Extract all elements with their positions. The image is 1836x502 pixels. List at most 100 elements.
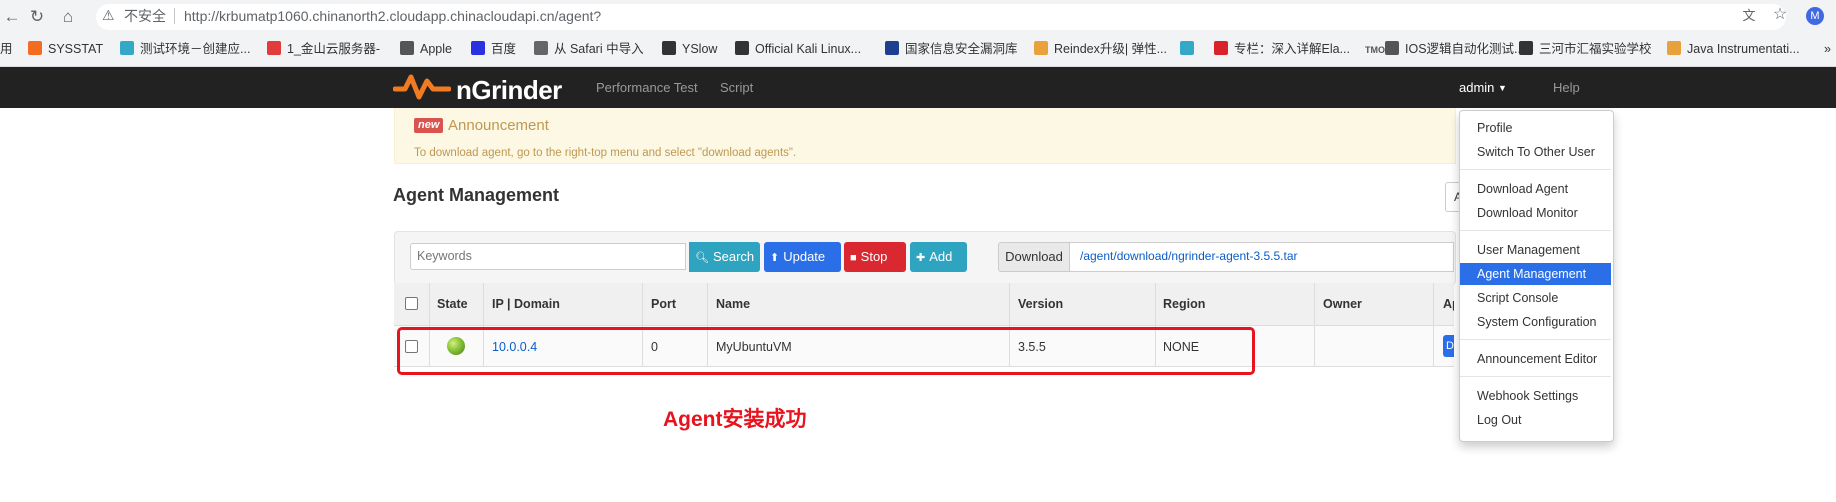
bookmark-item[interactable]: YSlow (662, 40, 717, 58)
bookmark-label: Reindex升级| 弹性... (1054, 42, 1168, 56)
bookmark-favicon-icon (1519, 41, 1533, 55)
download-link[interactable]: /agent/download/ngrinder-agent-3.5.5.tar (1080, 249, 1297, 263)
bookmark-label: 测试环境－创建应... (140, 42, 251, 56)
success-annotation: Agent安装成功 (663, 408, 807, 431)
bookmark-label: 1_金山云服务器- (287, 42, 381, 56)
bookmark-favicon-icon (400, 41, 414, 55)
bookmark-label: Java Instrumentati... (1687, 42, 1800, 56)
bookmark-item[interactable]: Apple (400, 40, 452, 58)
bookmark-label: 从 Safari 中导入 (554, 42, 644, 56)
menu-item-log-out[interactable]: Log Out (1460, 409, 1611, 431)
column-divider (1433, 283, 1434, 367)
bookmark-label: 专栏：深入详解Ela... (1234, 42, 1350, 56)
nav-performance-test[interactable]: Performance Test (596, 80, 698, 96)
new-badge: new (414, 118, 444, 133)
page-title: Agent Management (393, 185, 560, 205)
approve-toggle-button[interactable]: Di (1443, 335, 1454, 357)
logo-text[interactable]: nGrinder (456, 76, 562, 104)
bookmark-item[interactable]: Reindex升级| 弹性... (1034, 40, 1167, 58)
bookmark-label: Apple (420, 42, 452, 56)
bookmark-item[interactable]: Official Kali Linux... (735, 40, 861, 58)
bookmark-favicon-icon (471, 41, 485, 55)
header-ip-domain[interactable]: IP | Domain (492, 296, 560, 312)
header-version[interactable]: Version (1018, 296, 1063, 312)
profile-avatar[interactable]: M (1806, 7, 1824, 25)
menu-divider (1460, 339, 1611, 340)
header-owner[interactable]: Owner (1323, 296, 1362, 312)
bookmark-favicon-icon (735, 41, 749, 55)
bookmark-item[interactable]: 测试环境－创建应... (120, 40, 250, 58)
bookmark-item[interactable]: Java Instrumentati... (1667, 40, 1800, 58)
bookmark-item[interactable]: 专栏：深入详解Ela... (1214, 40, 1350, 58)
bookmark-item[interactable]: 百度 (471, 40, 516, 58)
ngrinder-logo-icon[interactable] (393, 71, 451, 101)
nav-script[interactable]: Script (720, 80, 753, 96)
bookmark-favicon-icon (1034, 41, 1048, 55)
announcement-text: To download agent, go to the right-top m… (414, 147, 797, 159)
bookmark-favicon-icon (885, 41, 899, 55)
menu-item-announcement-editor[interactable]: Announcement Editor (1460, 348, 1611, 370)
menu-item-system-configuration[interactable]: System Configuration (1460, 311, 1611, 333)
bookmark-item[interactable]: 用 (0, 40, 13, 58)
bookmark-item[interactable]: IOS逻辑自动化测试... (1385, 40, 1524, 58)
home-icon[interactable]: ⌂ (58, 7, 78, 27)
menu-item-agent-management[interactable]: Agent Management (1460, 263, 1611, 285)
header-name[interactable]: Name (716, 296, 750, 312)
plus-icon: ✚ (916, 252, 926, 264)
back-icon[interactable]: ← (2, 7, 22, 27)
star-icon[interactable]: ☆ (1771, 6, 1789, 24)
header-approve[interactable]: Ap (1443, 296, 1454, 312)
search-button-label: Search (712, 249, 755, 264)
menu-item-webhook-settings[interactable]: Webhook Settings (1460, 385, 1611, 407)
announcement-title[interactable]: Announcement (448, 117, 549, 134)
bookmarks-overflow-icon[interactable]: » (1824, 40, 1831, 58)
header-state[interactable]: State (437, 296, 468, 312)
insecure-label[interactable]: 不安全 (124, 7, 166, 25)
bookmark-item[interactable]: 1_金山云服务器- (267, 40, 380, 58)
search-button[interactable]: 🔍︎ Search (689, 242, 760, 272)
menu-item-script-console[interactable]: Script Console (1460, 287, 1611, 309)
bookmark-label: 百度 (491, 42, 517, 56)
bookmark-favicon-icon (1385, 41, 1399, 55)
menu-item-download-agent[interactable]: Download Agent (1460, 178, 1611, 200)
add-button[interactable]: ✚ Add (910, 242, 967, 272)
search-icon: 🔍︎ (695, 252, 709, 264)
bookmark-item[interactable] (1180, 40, 1200, 58)
header-region[interactable]: Region (1163, 296, 1205, 312)
column-divider (1314, 283, 1315, 367)
stop-button[interactable]: ■ Stop (844, 242, 906, 272)
select-all-checkbox[interactable] (405, 297, 418, 310)
bookmark-favicon-icon (1180, 41, 1194, 55)
header-port[interactable]: Port (651, 296, 676, 312)
menu-item-profile[interactable]: Profile (1460, 117, 1611, 139)
add-button-label: Add (929, 249, 953, 264)
menu-item-user-management[interactable]: User Management (1460, 239, 1611, 261)
bookmark-favicon-icon (1214, 41, 1228, 55)
url-separator (174, 8, 175, 24)
bookmark-label: IOS逻辑自动化测试... (1405, 42, 1525, 56)
menu-divider (1460, 230, 1611, 231)
bookmark-item[interactable]: 三河市汇福实验学校 (1519, 40, 1652, 58)
bookmark-item[interactable]: 从 Safari 中导入 (534, 40, 644, 58)
row-highlight-box (397, 327, 1255, 375)
admin-menu-toggle[interactable]: admin (1459, 80, 1494, 96)
caret-down-icon[interactable]: ▼ (1498, 80, 1507, 96)
stop-icon: ■ (850, 252, 857, 264)
menu-item-download-monitor[interactable]: Download Monitor (1460, 202, 1611, 224)
bookmark-item[interactable]: 国家信息安全漏洞库 (885, 40, 1018, 58)
url-text[interactable]: http://krbumatp1060.chinanorth2.cloudapp… (184, 7, 601, 25)
menu-item-switch-to-other-user[interactable]: Switch To Other User (1460, 141, 1611, 163)
reload-icon[interactable]: ↻ (27, 7, 47, 27)
bookmark-label: SYSSTAT (48, 42, 104, 56)
bookmark-favicon-icon (120, 41, 134, 55)
bookmark-item[interactable]: SYSSTAT (28, 40, 103, 58)
translate-icon[interactable]: 文 (1740, 7, 1758, 25)
warning-icon[interactable]: ⚠ (102, 7, 118, 23)
search-input[interactable] (410, 243, 686, 270)
bookmark-label: Official Kali Linux... (755, 42, 862, 56)
arrow-up-icon: ⬆ (770, 252, 780, 264)
update-button[interactable]: ⬆ Update (764, 242, 841, 272)
nav-help[interactable]: Help (1553, 80, 1580, 96)
bookmark-favicon-icon (534, 41, 548, 55)
tmo-label: TMO (1365, 45, 1385, 55)
